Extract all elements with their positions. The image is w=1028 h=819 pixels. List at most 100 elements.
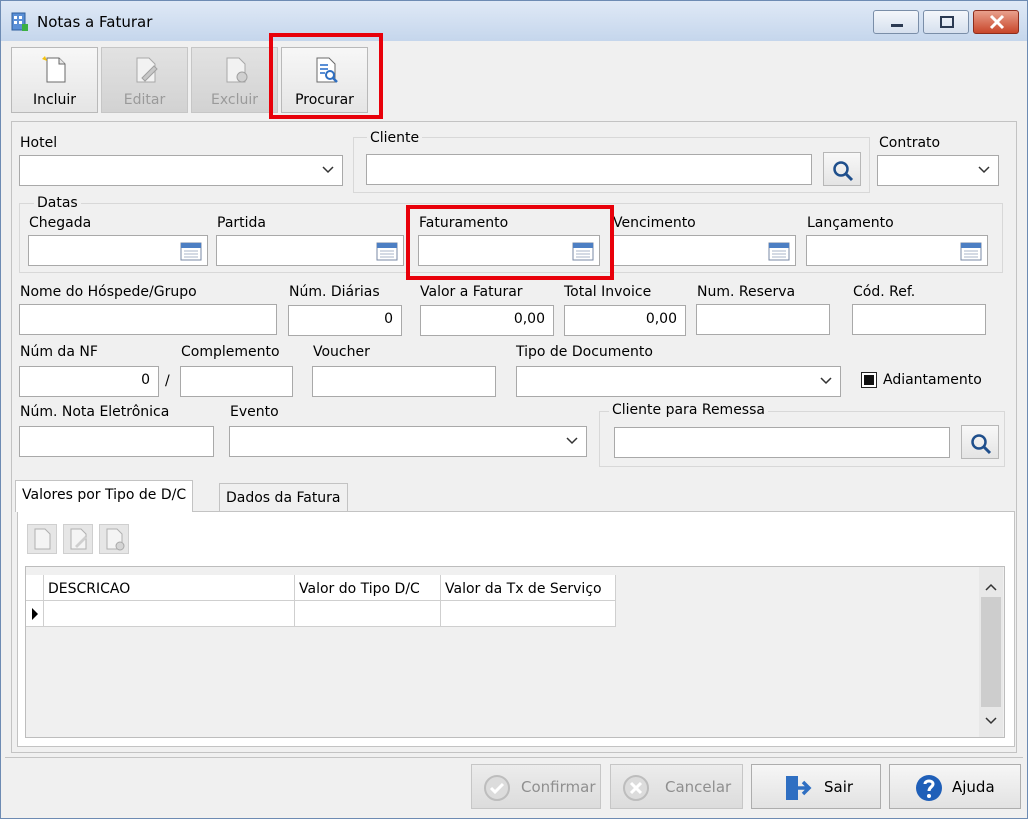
close-button[interactable] bbox=[973, 10, 1019, 34]
num-nota-eletronica-label: Núm. Nota Eletrônica bbox=[20, 404, 170, 420]
datas-label: Datas bbox=[34, 195, 81, 211]
hotel-combo[interactable] bbox=[19, 155, 343, 186]
num-nota-eletronica-input[interactable] bbox=[19, 426, 214, 457]
cancel-circle-icon bbox=[623, 775, 649, 801]
tab-dados-fatura[interactable]: Dados da Fatura bbox=[219, 483, 348, 513]
grid-scrollbar[interactable] bbox=[979, 567, 1003, 737]
voucher-label: Voucher bbox=[313, 344, 370, 360]
chevron-down-icon bbox=[566, 437, 578, 445]
column-header-descricao[interactable]: DESCRICAO bbox=[44, 575, 295, 601]
edit-document-icon bbox=[136, 57, 158, 83]
grid-add-button[interactable] bbox=[27, 524, 57, 554]
minimize-button[interactable] bbox=[873, 10, 919, 34]
cliente-search-button[interactable] bbox=[823, 152, 861, 186]
calendar-icon[interactable] bbox=[768, 242, 790, 261]
footer-separator bbox=[5, 757, 1023, 758]
new-document-icon bbox=[42, 56, 66, 83]
column-header-valor-tx-servico[interactable]: Valor da Tx de Serviço bbox=[441, 575, 616, 601]
cliente-remessa-search-button[interactable] bbox=[961, 425, 999, 459]
hotel-label: Hotel bbox=[20, 135, 58, 151]
chegada-label: Chegada bbox=[29, 215, 92, 231]
column-header-valor-tipo-dc[interactable]: Valor do Tipo D/C bbox=[295, 575, 441, 601]
chevron-down-icon bbox=[978, 166, 990, 174]
chevron-down-icon[interactable] bbox=[985, 717, 997, 725]
app-icon bbox=[11, 12, 28, 31]
excluir-button[interactable]: Excluir bbox=[191, 47, 278, 113]
search-icon bbox=[971, 434, 992, 455]
exit-door-icon bbox=[786, 776, 812, 800]
vencimento-label: Vencimento bbox=[613, 215, 696, 231]
tab-valores-tipo-dc[interactable]: Valores por Tipo de D/C bbox=[15, 480, 194, 512]
nome-hospede-label: Nome do Hóspede/Grupo bbox=[20, 284, 197, 300]
num-reserva-input[interactable] bbox=[696, 304, 830, 335]
adiantamento-label: Adiantamento bbox=[883, 372, 982, 388]
complemento-input[interactable] bbox=[180, 366, 293, 397]
delete-document-icon bbox=[106, 528, 125, 551]
incluir-label: Incluir bbox=[32, 92, 77, 108]
search-icon bbox=[833, 161, 854, 182]
total-invoice-input[interactable]: 0,00 bbox=[564, 305, 686, 336]
maximize-button[interactable] bbox=[923, 10, 969, 34]
calendar-icon[interactable] bbox=[376, 242, 398, 261]
delete-document-icon bbox=[226, 57, 248, 83]
chegada-date-input[interactable] bbox=[28, 235, 208, 266]
ajuda-label: Ajuda bbox=[952, 778, 995, 796]
ajuda-button[interactable]: Ajuda bbox=[889, 764, 1021, 809]
tipo-documento-combo[interactable] bbox=[516, 366, 841, 397]
vencimento-date-input[interactable] bbox=[612, 235, 796, 266]
valor-faturar-input[interactable]: 0,00 bbox=[420, 305, 554, 336]
grid-corner bbox=[26, 575, 44, 601]
checkbox-fill bbox=[864, 375, 874, 385]
row-indicator bbox=[26, 601, 44, 627]
partida-date-input[interactable] bbox=[216, 235, 404, 266]
sair-label: Sair bbox=[824, 778, 854, 796]
edit-document-icon bbox=[70, 528, 87, 550]
total-invoice-label: Total Invoice bbox=[564, 284, 652, 300]
nf-separator: / bbox=[165, 373, 170, 389]
chevron-down-icon bbox=[820, 377, 832, 385]
num-diarias-label: Núm. Diárias bbox=[289, 284, 380, 300]
num-nf-label: Núm da NF bbox=[20, 344, 98, 360]
valor-faturar-label: Valor a Faturar bbox=[420, 284, 523, 300]
voucher-input[interactable] bbox=[312, 366, 496, 397]
evento-combo[interactable] bbox=[229, 426, 587, 457]
faturamento-highlight bbox=[406, 205, 614, 280]
table-cell[interactable] bbox=[295, 601, 441, 627]
toolbar: Incluir Editar Excluir Procurar bbox=[1, 41, 1027, 119]
contrato-combo[interactable] bbox=[877, 155, 999, 186]
editar-label: Editar bbox=[123, 92, 166, 108]
help-icon bbox=[916, 775, 942, 801]
check-circle-icon bbox=[484, 775, 510, 801]
num-nf-input[interactable]: 0 bbox=[19, 366, 159, 397]
calendar-icon[interactable] bbox=[180, 242, 202, 261]
adiantamento-checkbox[interactable] bbox=[861, 372, 877, 388]
incluir-button[interactable]: Incluir bbox=[11, 47, 98, 113]
cod-ref-label: Cód. Ref. bbox=[853, 284, 916, 300]
table-cell[interactable] bbox=[44, 601, 295, 627]
procurar-highlight bbox=[269, 33, 383, 119]
evento-label: Evento bbox=[230, 404, 279, 420]
num-diarias-input[interactable]: 0 bbox=[288, 305, 402, 336]
window-title: Notas a Faturar bbox=[37, 13, 153, 31]
new-document-icon bbox=[34, 528, 51, 550]
cliente-remessa-input[interactable] bbox=[614, 427, 950, 458]
sair-button[interactable]: Sair bbox=[751, 764, 881, 809]
confirmar-button[interactable]: Confirmar bbox=[471, 764, 601, 809]
grid-delete-button[interactable] bbox=[99, 524, 129, 554]
chevron-up-icon[interactable] bbox=[985, 583, 997, 591]
calendar-icon[interactable] bbox=[960, 242, 982, 261]
close-icon bbox=[989, 14, 1005, 30]
grid-edit-button[interactable] bbox=[63, 524, 93, 554]
editar-button[interactable]: Editar bbox=[101, 47, 188, 113]
scroll-thumb[interactable] bbox=[981, 597, 1001, 707]
excluir-label: Excluir bbox=[211, 92, 258, 108]
tipo-documento-label: Tipo de Documento bbox=[516, 344, 653, 360]
complemento-label: Complemento bbox=[181, 344, 280, 360]
nome-hospede-input[interactable] bbox=[19, 304, 277, 335]
cliente-input[interactable] bbox=[366, 154, 812, 185]
table-cell[interactable] bbox=[441, 601, 616, 627]
notas-a-faturar-window: Notas a Faturar Incluir Editar Excluir P… bbox=[0, 0, 1028, 819]
cancelar-button[interactable]: Cancelar bbox=[610, 764, 743, 809]
lancamento-date-input[interactable] bbox=[806, 235, 988, 266]
cod-ref-input[interactable] bbox=[852, 304, 986, 335]
